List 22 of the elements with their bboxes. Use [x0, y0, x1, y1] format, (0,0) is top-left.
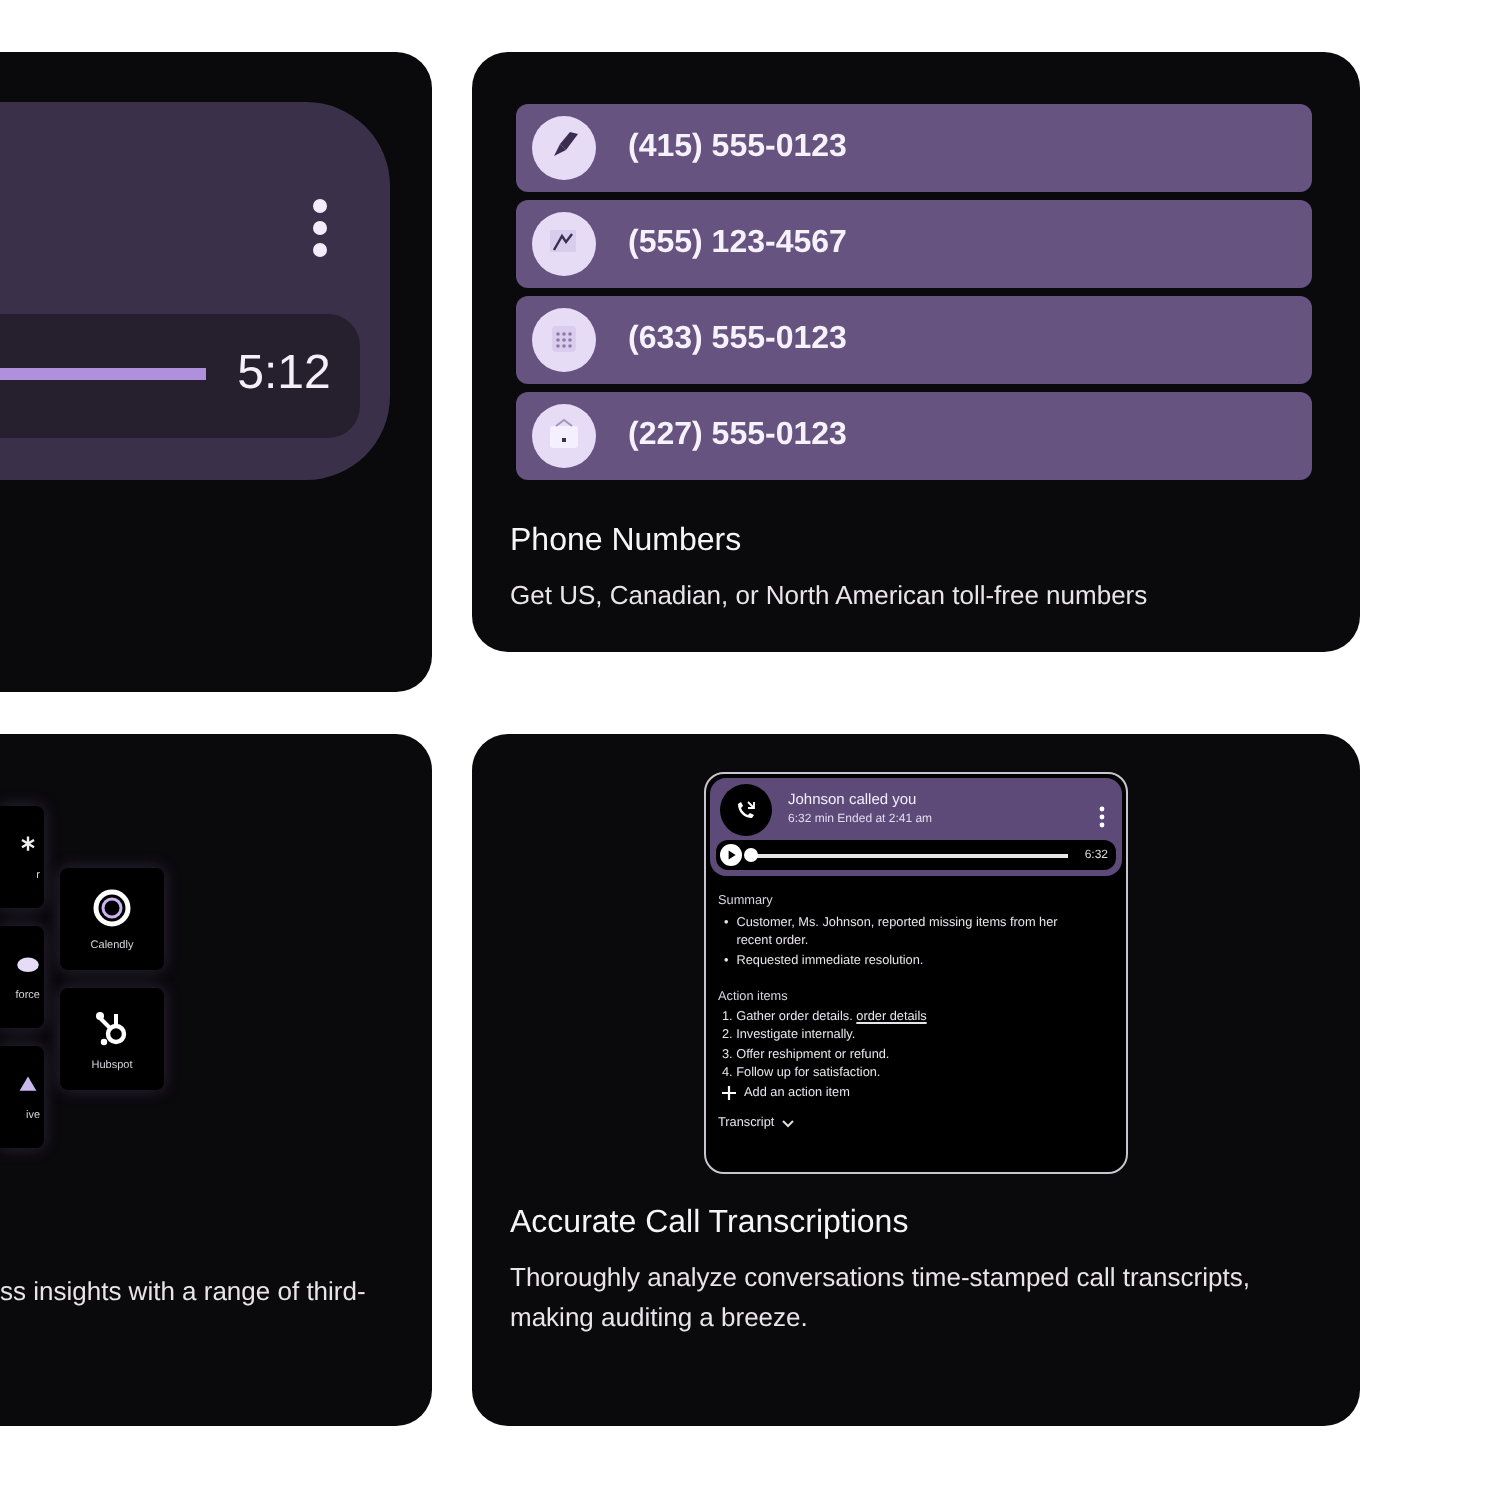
card-title: Phone Numbers [510, 524, 744, 560]
phone-number-item[interactable]: (227) 555-0123 [516, 392, 1312, 480]
plus-icon [722, 1085, 736, 1100]
more-icon [312, 198, 328, 258]
phone-number-item[interactable]: (555) 123-4567 [516, 200, 1312, 288]
card-title: Accurate Call Transcriptions [510, 1206, 911, 1242]
playhead-handle[interactable] [744, 848, 758, 862]
card-description: ss insights with a range of third- [0, 1274, 368, 1310]
phone-icon [720, 784, 772, 836]
phone-number-item[interactable]: (415) 555-0123 [516, 104, 1312, 192]
hub-node-icon [92, 1007, 132, 1047]
card-description: Thoroughly analyze conversations time-stamped call transcripts, making auditing a breeze. [510, 1260, 1252, 1336]
chevron-down-icon [782, 1119, 795, 1128]
more-icon[interactable] [1098, 806, 1106, 828]
card-description: Get US, Canadian, or North American toll-free numbers [510, 578, 1150, 614]
duration-label: 5:12 [237, 346, 331, 402]
asterisk-icon [16, 833, 40, 857]
ring-logo-icon [92, 887, 132, 927]
cloud-icon [16, 953, 40, 977]
play-button-icon[interactable] [720, 844, 742, 866]
triangle-icon [16, 1073, 40, 1097]
phone-number-item[interactable]: (633) 555-0123 [516, 296, 1312, 384]
